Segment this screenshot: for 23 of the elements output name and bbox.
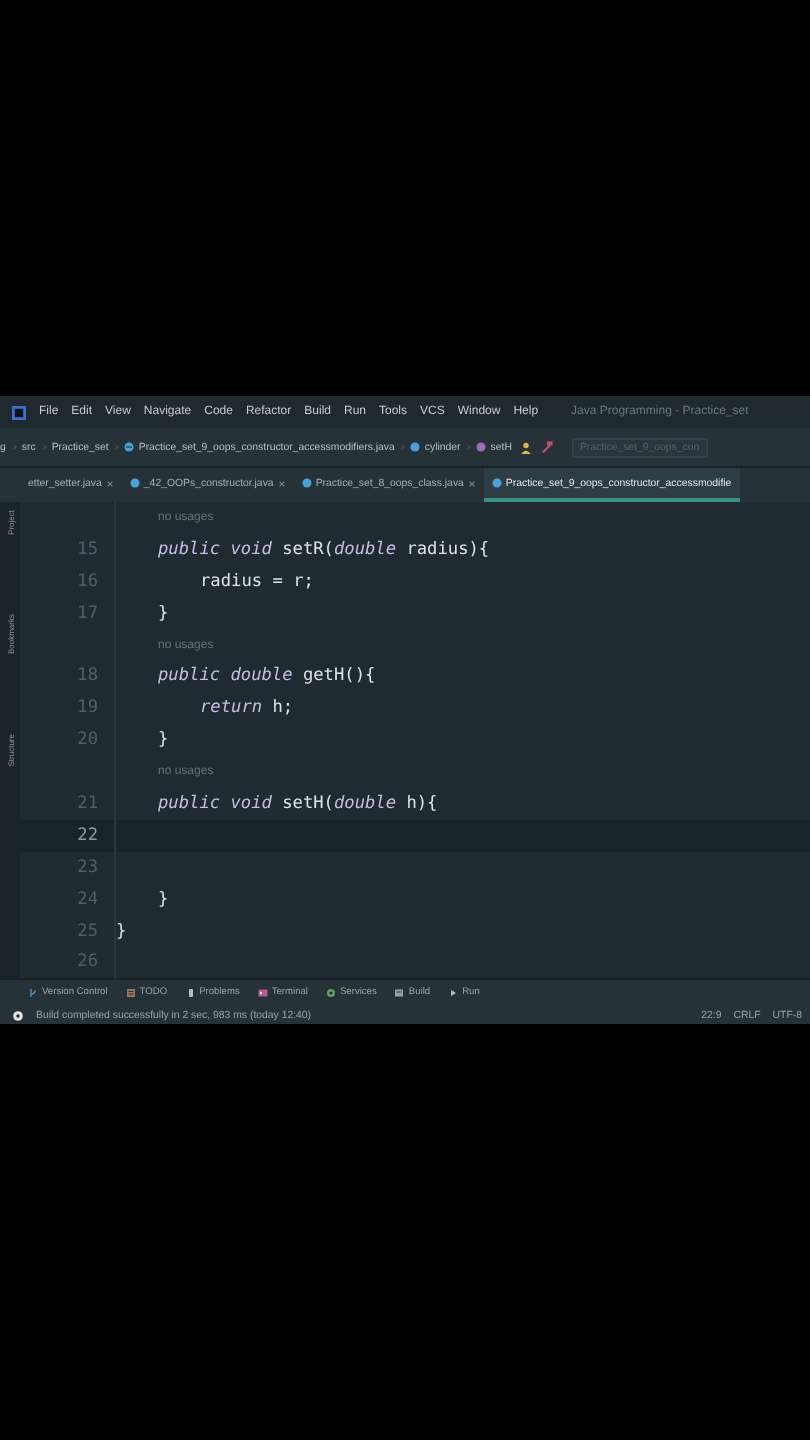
app-logo-icon[interactable] — [12, 405, 26, 419]
list-icon — [125, 987, 136, 997]
method-icon — [476, 442, 487, 452]
code-line: public void setR(double radius){ — [158, 539, 490, 560]
code-line: public void setH(double h){ — [158, 793, 438, 814]
java-file-icon — [301, 478, 312, 488]
java-file-icon — [491, 478, 502, 488]
code-line: } — [116, 921, 127, 942]
java-file-icon — [129, 478, 140, 488]
user-icon[interactable] — [517, 441, 534, 453]
terminal-icon — [257, 987, 268, 997]
code-line: return h; — [200, 698, 294, 719]
code-line: } — [158, 603, 169, 624]
branch-icon — [28, 987, 38, 997]
line-number: 22 — [77, 825, 98, 846]
class-icon — [410, 442, 421, 452]
code-line: } — [158, 889, 169, 910]
code-line: } — [158, 730, 169, 751]
code-line: radius = r; — [200, 571, 314, 592]
code-line: public double getH(){ — [158, 666, 376, 687]
gear-icon — [325, 987, 336, 997]
play-icon — [448, 987, 459, 997]
file-icon — [124, 442, 135, 452]
